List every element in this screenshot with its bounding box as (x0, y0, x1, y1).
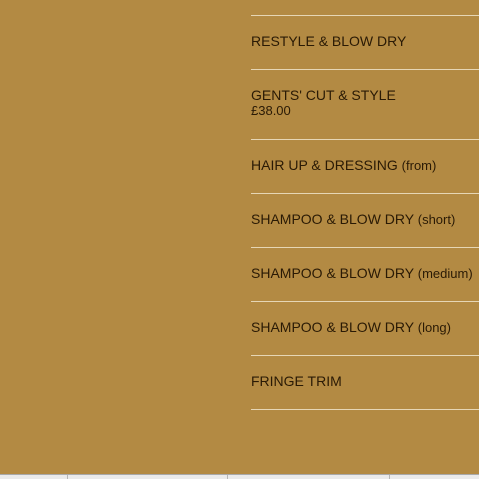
service-name: SHAMPOO & BLOW DRY (251, 265, 414, 281)
service-item-hair-up-dressing[interactable]: HAIR UP & DRESSING (from) (251, 140, 479, 194)
service-qualifier: (from) (401, 158, 437, 173)
service-qualifier: (short) (417, 212, 456, 227)
horizontal-scrollbar[interactable] (0, 474, 479, 479)
service-item-fringe-trim[interactable]: FRINGE TRIM (251, 356, 479, 410)
service-name: FRINGE TRIM (251, 373, 342, 389)
scrollbar-tick (227, 475, 228, 479)
service-name: HAIR UP & DRESSING (251, 157, 398, 173)
page-background: RESTYLE & BLOW DRY GENTS' CUT & STYLE £3… (0, 0, 479, 474)
service-qualifier: (medium) (417, 266, 473, 281)
service-name: SHAMPOO & BLOW DRY (251, 319, 414, 335)
service-item-shampoo-blow-dry-medium[interactable]: SHAMPOO & BLOW DRY (medium) (251, 248, 479, 302)
service-item-shampoo-blow-dry-long[interactable]: SHAMPOO & BLOW DRY (long) (251, 302, 479, 356)
service-name: GENTS' CUT & STYLE (251, 87, 396, 103)
service-price: £38.00 (251, 103, 291, 118)
service-items: RESTYLE & BLOW DRY GENTS' CUT & STYLE £3… (251, 16, 479, 410)
service-item-shampoo-blow-dry-short[interactable]: SHAMPOO & BLOW DRY (short) (251, 194, 479, 248)
service-qualifier: (long) (417, 320, 451, 335)
service-item-restyle-blow-dry[interactable]: RESTYLE & BLOW DRY (251, 16, 479, 70)
service-item-gents-cut-style[interactable]: GENTS' CUT & STYLE £38.00 (251, 70, 479, 140)
scrollbar-tick (389, 475, 390, 479)
service-name: RESTYLE & BLOW DRY (251, 33, 407, 49)
scrollbar-tick (67, 475, 68, 479)
service-name: SHAMPOO & BLOW DRY (251, 211, 414, 227)
